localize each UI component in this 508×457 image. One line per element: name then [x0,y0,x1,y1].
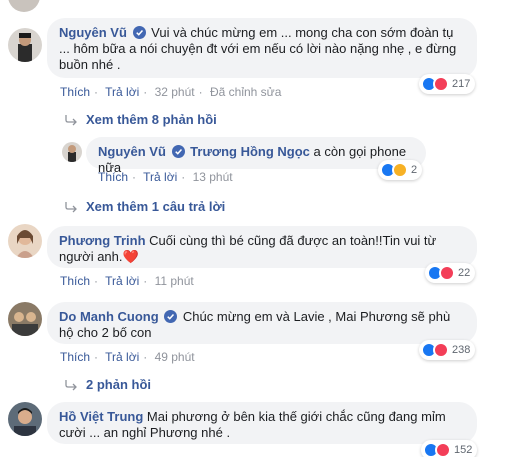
reply-arrow-icon [65,202,77,213]
reaction-count: 2 [411,164,418,176]
reply-link[interactable]: Trả lời [105,274,139,288]
verified-badge-icon [171,145,185,158]
commenter-name[interactable]: Phương Trinh [59,233,146,248]
view-more-replies-link[interactable]: Xem thêm 1 câu trả lời [64,199,225,214]
comment-actions: Thích · Trả lời · 32 phút · Đã chỉnh sửa [60,85,282,99]
mention-tag[interactable]: Trương Hồng Ngọc [190,144,310,159]
timestamp[interactable]: 32 phút [155,85,195,99]
reply-arrow-icon [65,115,77,126]
comment-actions: Thích · Trả lời · 49 phút [60,350,195,364]
reply-arrow-icon [65,380,77,391]
reaction-summary[interactable]: 217 [419,74,476,94]
reply-actions: Thích · Trả lời · 13 phút [98,170,233,184]
heart-emoji: ❤️ [122,249,139,264]
reaction-count: 217 [452,78,471,90]
commenter-name[interactable]: Hồ Việt Trung [59,409,143,424]
edited-label[interactable]: Đã chỉnh sửa [210,85,281,99]
love-reaction-icon [433,76,449,92]
reaction-summary[interactable]: 152 [421,440,478,457]
reply-link[interactable]: Trả lời [105,85,139,99]
sad-reaction-icon [392,162,408,178]
avatar[interactable] [8,402,42,436]
love-reaction-icon [435,442,451,457]
comment-bubble: Phương Trinh Cuối cùng thì bé cũng đã đư… [47,226,477,268]
verified-badge-icon [164,310,178,323]
commenter-name[interactable]: Nguyên Vũ [59,25,127,40]
reaction-count: 152 [454,444,473,456]
reply-link[interactable]: Trả lời [105,350,139,364]
comment-bubble: Hồ Việt Trung Mai phương ở bên kia thế g… [47,402,477,444]
view-more-label: Xem thêm 1 câu trả lời [86,199,226,214]
reaction-summary[interactable]: 238 [419,340,476,360]
avatar-partial-top [8,0,40,12]
love-reaction-icon [439,265,455,281]
like-link[interactable]: Thích [60,274,90,288]
timestamp[interactable]: 49 phút [155,350,195,364]
avatar[interactable] [62,142,82,162]
avatar[interactable] [8,224,42,258]
like-link[interactable]: Thích [60,350,90,364]
like-link[interactable]: Thích [60,85,90,99]
reaction-count: 238 [452,344,471,356]
timestamp[interactable]: 11 phút [155,274,194,288]
commenter-name[interactable]: Nguyên Vũ [98,144,166,159]
verified-badge-icon [132,26,146,39]
avatar[interactable] [8,302,42,336]
avatar[interactable] [8,28,42,62]
reply-link[interactable]: Trả lời [143,170,177,184]
view-replies-link[interactable]: 2 phản hồi [64,377,151,392]
reaction-count: 22 [458,267,471,279]
reaction-summary[interactable]: 2 [378,160,423,180]
timestamp[interactable]: 13 phút [193,170,233,184]
view-more-replies-link[interactable]: Xem thêm 8 phản hồi [64,112,217,127]
view-replies-label: 2 phản hồi [86,377,151,392]
reaction-summary[interactable]: 22 [425,263,476,283]
comment-actions: Thích · Trả lời · 11 phút [60,274,194,288]
comment-bubble: Nguyên Vũ Vui và chúc mừng em ... mong c… [47,18,477,78]
reply-bubble: Nguyên Vũ Trương Hồng Ngọc a còn gọi pho… [86,137,426,175]
commenter-name[interactable]: Do Manh Cuong [59,309,159,324]
like-link[interactable]: Thích [98,170,128,184]
love-reaction-icon [433,342,449,358]
view-more-label: Xem thêm 8 phản hồi [86,112,217,127]
comment-bubble: Do Manh Cuong Chúc mừng em và Lavie , Ma… [47,302,477,344]
